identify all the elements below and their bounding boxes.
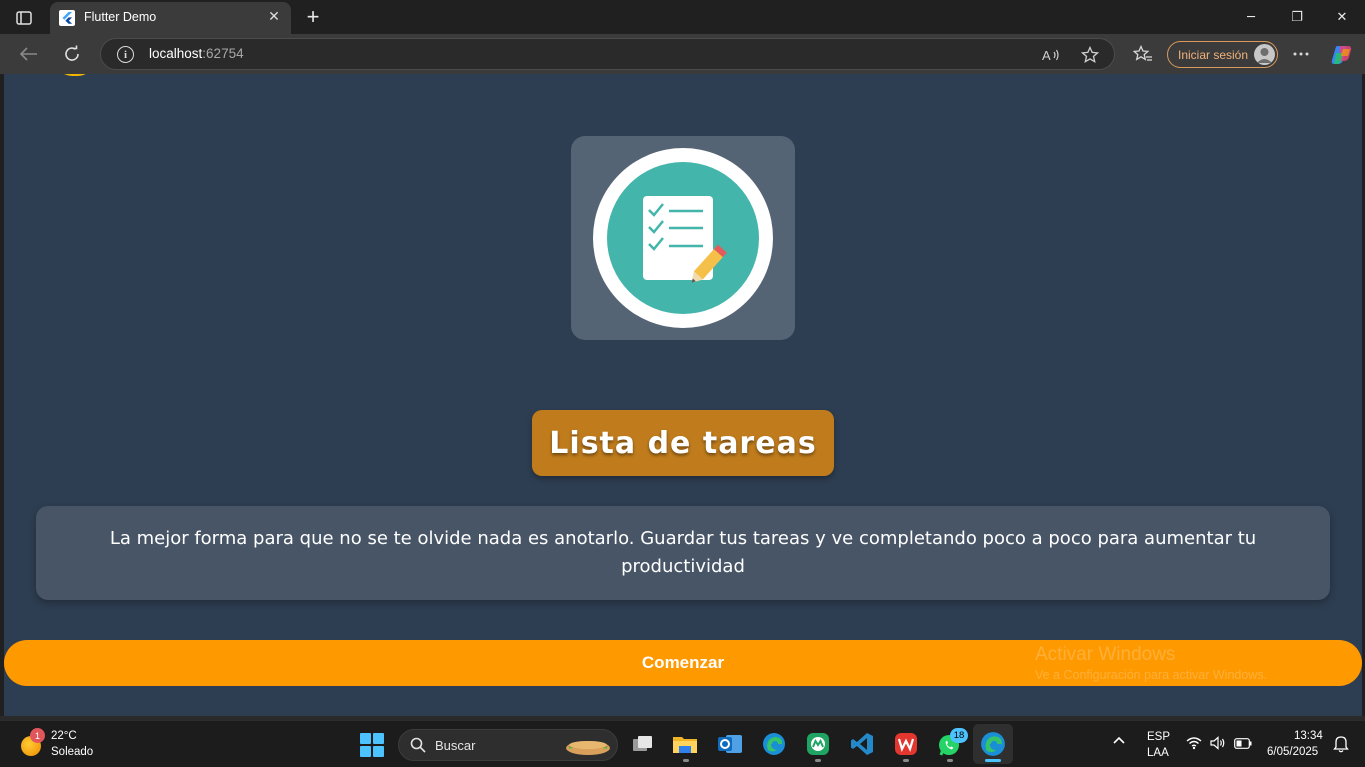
browser-toolbar: i localhost:62754 A Iniciar sesión	[0, 34, 1365, 74]
description-card: La mejor forma para que no se te olvide …	[36, 506, 1330, 600]
favorites-icon[interactable]	[1132, 44, 1154, 64]
battery-icon[interactable]	[1234, 738, 1252, 752]
edge-active-icon[interactable]	[973, 724, 1013, 764]
start-button-label: Comenzar	[641, 653, 725, 672]
search-label: Buscar	[435, 738, 476, 753]
search-icon	[410, 737, 426, 753]
windows-taskbar: 1 22°C Soleado Buscar 18 ESP LAA 13:34 6…	[0, 720, 1365, 767]
taskbar-search[interactable]: Buscar	[398, 729, 618, 761]
decorative-blob	[56, 74, 94, 76]
tab-actions-icon[interactable]	[10, 7, 38, 29]
weather-temperature: 22°C	[51, 730, 77, 742]
close-window-button[interactable]: ✕	[1320, 4, 1364, 30]
page-title: Lista de tareas	[532, 410, 834, 476]
keyboard-layout[interactable]: LAA	[1147, 747, 1169, 759]
outlook-icon[interactable]	[717, 731, 743, 757]
favorite-star-icon[interactable]	[1080, 46, 1100, 64]
tab-close-icon[interactable]: ✕	[266, 9, 282, 25]
tab-title: Flutter Demo	[84, 10, 157, 24]
language-indicator[interactable]: ESP	[1147, 731, 1170, 743]
windows-start-icon[interactable]	[360, 733, 384, 757]
notifications-icon[interactable]	[1333, 735, 1349, 756]
running-indicator	[947, 759, 953, 762]
browser-titlebar: Flutter Demo ✕ + ─ ❐ ✕	[0, 0, 1365, 34]
volume-icon[interactable]	[1210, 736, 1226, 753]
address-bar[interactable]: i localhost:62754 A	[100, 38, 1115, 70]
active-indicator	[985, 759, 1001, 762]
watermark-subtitle: Ve a Configuración para activar Windows.	[1035, 668, 1268, 682]
weather-condition: Soleado	[51, 746, 94, 758]
weather-widget[interactable]: 1 22°C Soleado	[18, 728, 118, 762]
more-menu-icon[interactable]	[1290, 44, 1312, 64]
running-indicator	[815, 759, 821, 762]
clock-date[interactable]: 6/05/2025	[1267, 746, 1318, 758]
watermark-title: Activar Windows	[1035, 644, 1176, 665]
wifi-icon[interactable]	[1186, 736, 1202, 753]
wps-office-icon[interactable]	[893, 731, 919, 757]
url-port: :62754	[202, 46, 244, 61]
windows-activation-watermark: Activar Windows Ve a Configuración para …	[1035, 644, 1267, 682]
file-explorer-icon[interactable]	[672, 731, 698, 757]
svg-text:A: A	[1042, 48, 1051, 63]
flutter-favicon-icon	[59, 10, 75, 26]
whatsapp-badge: 18	[950, 728, 968, 743]
site-info-icon[interactable]: i	[117, 46, 134, 63]
app-logo-card	[571, 136, 795, 340]
page-viewport: Lista de tareas La mejor forma para que …	[4, 74, 1362, 716]
profile-avatar-icon	[1254, 44, 1275, 65]
app-m-icon[interactable]	[805, 731, 831, 757]
copilot-icon[interactable]	[1330, 43, 1354, 67]
description-text: La mejor forma para que no se te olvide …	[109, 528, 1257, 577]
task-view-icon[interactable]	[630, 731, 656, 757]
restore-button[interactable]: ❐	[1275, 4, 1319, 30]
running-indicator	[903, 759, 909, 762]
url-host: localhost	[149, 46, 203, 61]
signin-button[interactable]: Iniciar sesión	[1167, 41, 1278, 68]
read-aloud-icon[interactable]: A	[1041, 46, 1061, 64]
chevron-up-icon[interactable]	[1112, 735, 1126, 748]
minimize-button[interactable]: ─	[1229, 4, 1273, 30]
url-text[interactable]: localhost:62754	[149, 46, 244, 61]
browser-tab[interactable]: Flutter Demo ✕	[50, 2, 291, 34]
running-indicator	[683, 759, 689, 762]
vscode-icon[interactable]	[849, 731, 875, 757]
weather-badge: 1	[30, 728, 45, 743]
page-title-text: Lista de tareas	[549, 425, 817, 461]
sandwich-icon	[566, 741, 610, 755]
refresh-icon[interactable]	[57, 40, 87, 68]
signin-label: Iniciar sesión	[1178, 48, 1249, 62]
logo-ring	[593, 148, 773, 328]
new-tab-button[interactable]: +	[300, 4, 326, 29]
clock-time[interactable]: 13:34	[1294, 730, 1323, 742]
back-arrow-icon[interactable]	[14, 40, 44, 68]
checklist-pencil-icon	[607, 162, 759, 314]
edge-browser-icon[interactable]	[761, 731, 787, 757]
